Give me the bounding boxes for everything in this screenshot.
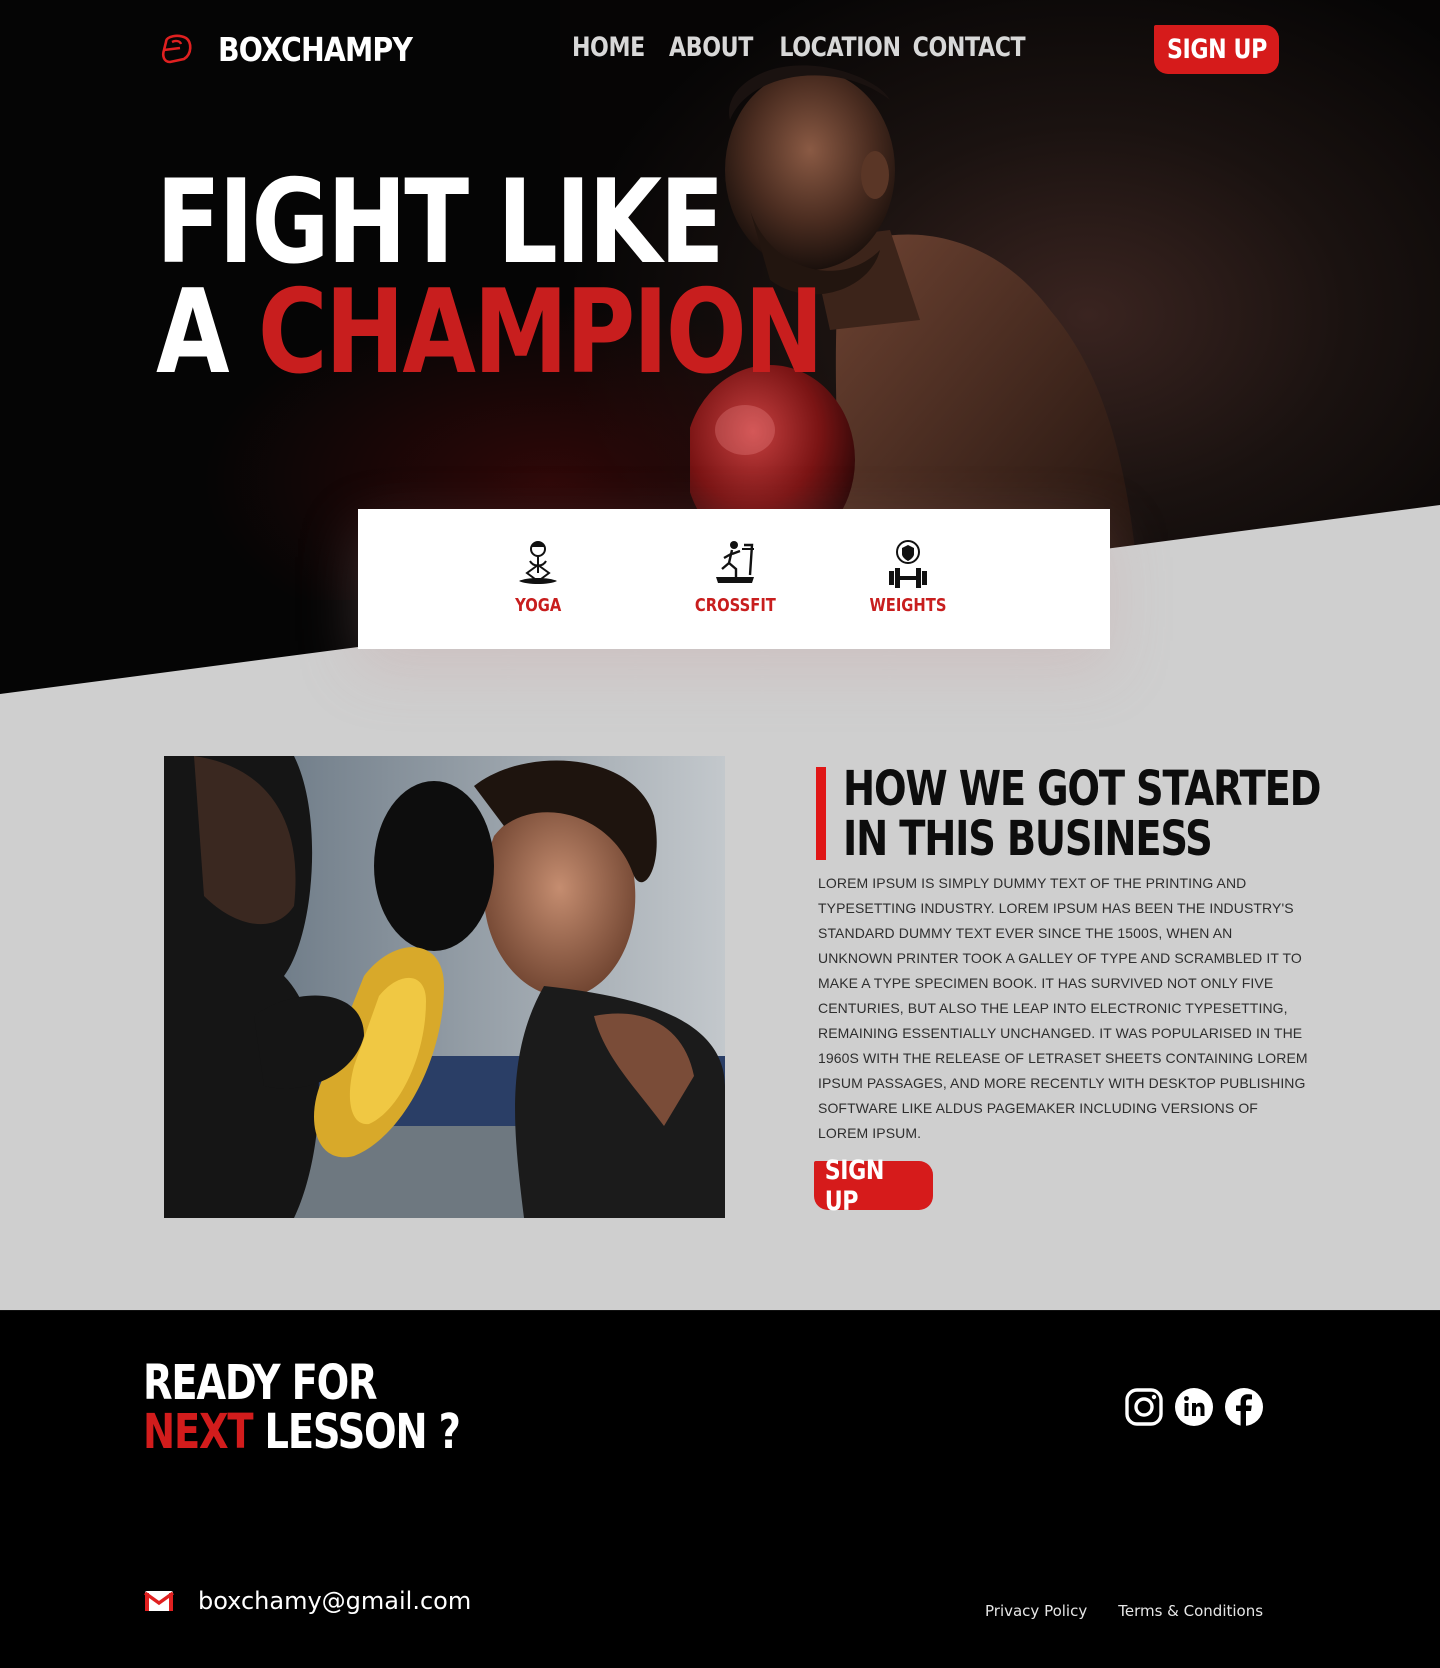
- terms-link[interactable]: Terms & Conditions: [1118, 1602, 1263, 1620]
- hero-title-line1: FIGHT LIKE: [156, 155, 725, 290]
- nav-signup-label: SIGN UP: [1166, 34, 1267, 65]
- main-nav: HOME ABOUT LOCATION CONTACT: [566, 32, 1026, 63]
- nav-location[interactable]: LOCATION: [779, 32, 901, 63]
- about-body: Lorem Ipsum is simply dummy text of the …: [818, 875, 1308, 1141]
- brand-logo[interactable]: BOXCHAMPY: [158, 30, 444, 69]
- yoga-icon: [519, 541, 558, 584]
- service-weights-label: WEIGHTS: [869, 595, 947, 616]
- service-crossfit-label: CROSSFIT: [694, 595, 776, 616]
- about-accent-bar: [816, 767, 826, 860]
- footer-cta-rest: LESSON ?: [264, 1404, 461, 1460]
- footer-cta-red: NEXT: [143, 1404, 254, 1460]
- service-yoga-label: YOGA: [515, 595, 562, 616]
- hero-title-line2: A CHAMPION: [156, 275, 824, 391]
- facebook-icon[interactable]: [1224, 1387, 1264, 1427]
- hero-title: FIGHT LIKE A CHAMPION: [156, 155, 824, 391]
- page: BOXCHAMPY HOME ABOUT LOCATION CONTACT SI…: [0, 0, 1440, 1668]
- about-title: HOW WE GOT STARTED IN THIS BUSINESS: [843, 761, 1322, 867]
- about-title-line1: HOW WE GOT STARTED: [843, 761, 1322, 817]
- footer-email-text: boxchamy@gmail.com: [198, 1587, 472, 1615]
- about-signup-button[interactable]: SIGN UP: [814, 1155, 933, 1217]
- hero-title-red: CHAMPION: [257, 265, 824, 400]
- nav-contact[interactable]: CONTACT: [913, 32, 1026, 63]
- nav-signup-button[interactable]: SIGN UP: [1154, 25, 1279, 74]
- mail-icon: [144, 1591, 174, 1611]
- nav-about[interactable]: ABOUT: [669, 32, 753, 63]
- instagram-icon[interactable]: [1124, 1387, 1164, 1427]
- footer-email[interactable]: boxchamy@gmail.com: [144, 1587, 471, 1615]
- privacy-policy-link[interactable]: Privacy Policy: [985, 1602, 1087, 1620]
- service-yoga[interactable]: YOGA: [510, 539, 566, 616]
- training-photo: [164, 756, 725, 1218]
- social-links: [1124, 1387, 1264, 1427]
- dumbbell-icon: [888, 540, 927, 588]
- nav-home[interactable]: HOME: [572, 32, 645, 63]
- footer-cta-line2: NEXT LESSON ?: [143, 1408, 461, 1457]
- about-title-line2: IN THIS BUSINESS: [843, 811, 1213, 867]
- service-weights[interactable]: WEIGHTS: [861, 539, 955, 616]
- hero-title-white: A: [156, 265, 230, 400]
- footer-cta-line1: READY FOR: [143, 1355, 378, 1411]
- footer: READY FOR NEXT LESSON ? boxchamy@gmail.c…: [0, 1311, 1440, 1668]
- about-signup-label: SIGN UP: [824, 1154, 885, 1217]
- services-card: YOGA CROSSFIT WEIGHTS: [358, 509, 1110, 649]
- boxing-glove-icon: [161, 34, 192, 63]
- brand-name: BOXCHAMPY: [218, 30, 413, 69]
- footer-cta-heading: READY FOR NEXT LESSON ?: [143, 1355, 461, 1457]
- service-crossfit[interactable]: CROSSFIT: [686, 539, 785, 616]
- treadmill-icon: [716, 541, 755, 583]
- footer-links: Privacy Policy Terms & Conditions: [985, 1602, 1263, 1620]
- linkedin-icon[interactable]: [1174, 1387, 1214, 1427]
